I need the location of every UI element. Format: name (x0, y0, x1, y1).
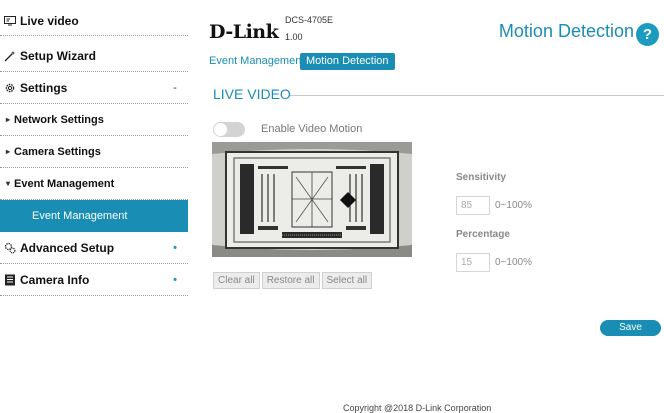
sidebar-item-label: Event Management (32, 210, 128, 222)
sidebar-item-label: Live video (20, 13, 79, 28)
gears-icon (4, 242, 16, 254)
sidebar-item-camera-settings[interactable]: ▸ Camera Settings (0, 136, 188, 168)
document-icon (4, 274, 16, 286)
enable-motion-label: Enable Video Motion (261, 123, 363, 135)
sidebar-item-label: Camera Info (20, 272, 90, 287)
sidebar-item-network-settings[interactable]: ▸ Network Settings (0, 104, 188, 136)
grid-button-group: Clear all Restore all Select all (213, 272, 374, 289)
sidebar-item-advanced-setup[interactable]: Advanced Setup • (0, 232, 188, 264)
bullet-open-icon: ▾ (6, 179, 11, 188)
sidebar-item-label: Network Settings (14, 113, 104, 126)
monitor-icon (4, 15, 16, 27)
sidebar-item-settings[interactable]: Settings - (0, 72, 188, 104)
sidebar-subitem-event-management[interactable]: Event Management (0, 200, 188, 232)
firmware-version: 1.00 (285, 32, 303, 42)
gear-icon (4, 82, 16, 94)
percentage-label: Percentage (456, 229, 510, 240)
sidebar-item-label: Camera Settings (14, 145, 101, 158)
sensitivity-range: 0~100% (495, 200, 532, 211)
percentage-range: 0~100% (495, 257, 532, 268)
section-title: LIVE VIDEO (213, 86, 291, 102)
sidebar-item-event-management[interactable]: ▾ Event Management (0, 168, 188, 200)
test-chart-image (212, 142, 412, 257)
dlink-logo: D-Link (209, 21, 279, 43)
page-title: Motion Detection (498, 21, 634, 41)
restore-all-button[interactable]: Restore all (261, 272, 320, 289)
sensitivity-input[interactable]: 85 (456, 196, 490, 215)
percentage-input[interactable]: 15 (456, 253, 490, 272)
sidebar-item-live-video[interactable]: Live video (0, 6, 188, 36)
sidebar-item-label: Event Management (14, 177, 115, 190)
tab-event-management[interactable]: Event Management (209, 53, 304, 70)
tab-motion-detection[interactable]: Motion Detection (300, 53, 395, 70)
live-video-preview[interactable] (212, 142, 412, 257)
collapse-indicator: - (173, 81, 177, 94)
sidebar: Live video Setup Wizard Settings - ▸ Net… (0, 0, 188, 300)
save-button[interactable]: Save (600, 320, 661, 336)
sidebar-item-label: Setup Wizard (20, 48, 96, 63)
section-divider (290, 95, 664, 96)
sidebar-item-camera-info[interactable]: Camera Info • (0, 264, 188, 296)
sidebar-item-setup-wizard[interactable]: Setup Wizard (0, 40, 188, 72)
bullet-icon: ▸ (6, 147, 11, 156)
sidebar-item-label: Advanced Setup (20, 240, 115, 255)
model-name: DCS-4705E (285, 15, 334, 25)
expand-indicator: • (173, 241, 177, 254)
select-all-button[interactable]: Select all (321, 272, 373, 289)
toggle-knob (214, 123, 227, 136)
sensitivity-label: Sensitivity (456, 172, 507, 183)
copyright-text: Copyright @2018 D-Link Corporation (343, 403, 492, 413)
sidebar-item-label: Settings (20, 80, 68, 95)
wand-icon (4, 50, 16, 62)
clear-all-button[interactable]: Clear all (213, 272, 260, 289)
enable-motion-toggle[interactable] (213, 122, 245, 137)
bullet-icon: ▸ (6, 115, 11, 124)
expand-indicator: • (173, 273, 177, 286)
help-icon[interactable]: ? (636, 23, 659, 46)
